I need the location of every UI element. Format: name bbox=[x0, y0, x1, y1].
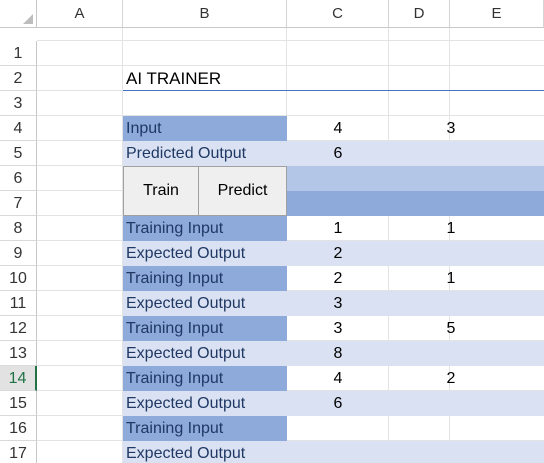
band-row-7 bbox=[287, 191, 544, 216]
predict-button[interactable]: Predict bbox=[198, 166, 287, 216]
row-header-12[interactable]: 12 bbox=[0, 316, 37, 341]
predicted-output-value[interactable]: 6 bbox=[287, 141, 449, 166]
training-input-value-d[interactable]: 2 bbox=[389, 366, 513, 391]
column-header-c[interactable]: C bbox=[287, 0, 389, 28]
column-header-a[interactable]: A bbox=[37, 0, 123, 28]
training-input-label[interactable]: Training Input bbox=[123, 416, 287, 441]
row-header-10[interactable]: 10 bbox=[0, 266, 37, 291]
band-row-6 bbox=[287, 166, 544, 191]
train-button[interactable]: Train bbox=[123, 166, 199, 216]
training-input-value-d[interactable]: 5 bbox=[389, 316, 513, 341]
expected-output-label[interactable]: Expected Output bbox=[123, 341, 287, 366]
input-label[interactable]: Input bbox=[123, 116, 287, 141]
training-input-label[interactable]: Training Input bbox=[123, 366, 287, 391]
gridline bbox=[37, 40, 544, 41]
training-input-value-d[interactable]: 1 bbox=[389, 216, 513, 241]
expected-output-value[interactable] bbox=[287, 441, 449, 463]
row-header-11[interactable]: 11 bbox=[0, 291, 37, 316]
row-header-15[interactable]: 15 bbox=[0, 391, 37, 416]
training-input-label[interactable]: Training Input bbox=[123, 216, 287, 241]
row-header-6[interactable]: 6 bbox=[0, 166, 37, 191]
column-header-b[interactable]: B bbox=[123, 0, 287, 28]
row-header-4[interactable]: 4 bbox=[0, 116, 37, 141]
row-header-1[interactable]: 1 bbox=[0, 41, 37, 66]
training-input-value-d[interactable] bbox=[389, 416, 513, 441]
row-header-7[interactable]: 7 bbox=[0, 191, 37, 216]
row-header-16[interactable]: 16 bbox=[0, 416, 37, 441]
expected-output-value[interactable]: 6 bbox=[287, 391, 449, 416]
expected-output-label[interactable]: Expected Output bbox=[123, 391, 287, 416]
column-header-d[interactable]: D bbox=[389, 0, 450, 28]
expected-output-label[interactable]: Expected Output bbox=[123, 291, 287, 316]
predicted-output-label[interactable]: Predicted Output bbox=[123, 141, 287, 166]
expected-output-value[interactable]: 8 bbox=[287, 341, 449, 366]
training-input-value-d[interactable]: 1 bbox=[389, 266, 513, 291]
row-header-3[interactable]: 3 bbox=[0, 91, 37, 116]
row-header-17[interactable]: 17 bbox=[0, 441, 37, 463]
row-header-14[interactable]: 14 bbox=[0, 366, 37, 391]
training-input-label[interactable]: Training Input bbox=[123, 266, 287, 291]
row-header-5[interactable]: 5 bbox=[0, 141, 37, 166]
select-all-corner[interactable] bbox=[0, 0, 37, 28]
expected-output-label[interactable]: Expected Output bbox=[123, 241, 287, 266]
select-all-icon bbox=[23, 14, 33, 24]
row-header-2[interactable]: 2 bbox=[0, 66, 37, 91]
expected-output-value[interactable]: 3 bbox=[287, 291, 449, 316]
row-header-8[interactable]: 8 bbox=[0, 216, 37, 241]
page-title: AI TRAINER bbox=[123, 66, 544, 91]
input-value-d[interactable]: 3 bbox=[389, 116, 513, 141]
spreadsheet: A B C D E 1 2 3 4 5 6 7 8 9 10 11 12 13 14 15 16 17 AI T… bbox=[0, 0, 544, 463]
expected-output-value[interactable]: 2 bbox=[287, 241, 449, 266]
training-input-label[interactable]: Training Input bbox=[123, 316, 287, 341]
row-header-9[interactable]: 9 bbox=[0, 241, 37, 266]
expected-output-label[interactable]: Expected Output bbox=[123, 441, 287, 463]
row-header-13[interactable]: 13 bbox=[0, 341, 37, 366]
column-header-e[interactable]: E bbox=[450, 0, 544, 28]
